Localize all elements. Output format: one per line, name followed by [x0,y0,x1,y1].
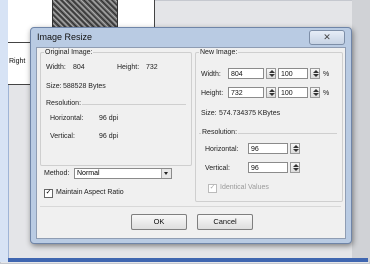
new-width-input[interactable]: 804 [228,68,264,79]
original-height-value: 732 [146,64,158,71]
ok-button[interactable]: OK [131,214,187,230]
identical-values-label: Identical Values [220,184,269,191]
width-percent-spin-arrows-icon[interactable] [310,68,320,79]
right-gray-area [352,0,370,262]
new-height-percent-input[interactable]: 100 [278,87,308,98]
background-text-right: Right [9,58,26,65]
original-size-value: 588528 Bytes [63,83,106,90]
new-horizontal-label: Horizontal: [205,146,239,153]
original-resolution-heading: Resolution: [45,100,83,107]
buttons-divider [40,206,341,207]
height-percent-sign: % [323,90,330,97]
original-vertical-label: Vertical: [50,133,75,140]
dialog-titlebar[interactable]: Image Resize ✕ [31,28,351,46]
new-width-percent-input[interactable]: 100 [278,68,308,79]
vertical-spin-arrows-icon[interactable] [290,162,300,173]
new-size-label: Size: [201,110,217,117]
close-button[interactable]: ✕ [309,30,345,45]
cancel-button[interactable]: Cancel [197,214,253,230]
maintain-aspect-label: Maintain Aspect Ratio [56,189,124,196]
maintain-aspect-checkbox[interactable]: ✓ [44,189,53,198]
original-horizontal-label: Horizontal: [50,115,84,122]
method-selected-value: Normal [77,170,100,177]
new-width-label: Width: [201,71,221,78]
original-image-heading: Original Image: [44,49,94,56]
method-select[interactable]: Normal [74,168,172,179]
original-size-label: Size: [46,83,62,90]
image-resize-dialog: Image Resize ✕ Original Image: Width: 80… [30,27,352,244]
new-horizontal-input[interactable]: 96 [248,143,288,154]
method-label: Method: [44,170,70,177]
original-horizontal-value: 96 dpi [99,115,119,122]
new-size-value: 574.734375 KBytes [219,110,281,117]
original-vertical-value: 96 dpi [99,133,119,140]
chevron-down-icon [161,169,171,178]
height-percent-spin-arrows-icon[interactable] [310,87,320,98]
height-spin-arrows-icon[interactable] [266,87,276,98]
identical-values-checkbox[interactable]: ✓ [208,184,217,193]
original-height-label: Height: [117,64,140,71]
dialog-client-area: Original Image: Width: 804 Height: 732 S… [36,47,346,239]
new-vertical-input[interactable]: 96 [248,162,288,173]
new-resolution-heading: Resolution: [201,129,239,136]
new-height-input[interactable]: 732 [228,87,264,98]
new-image-heading: New Image: [199,49,239,56]
original-width-label: Width: [46,64,66,71]
original-width-value: 804 [73,64,85,71]
bottom-blue-bar [8,258,368,262]
close-icon: ✕ [323,32,331,42]
new-vertical-label: Vertical: [205,165,230,172]
width-percent-sign: % [323,71,330,78]
horizontal-spin-arrows-icon[interactable] [290,143,300,154]
dialog-title: Image Resize [37,32,93,42]
new-height-label: Height: [201,90,224,97]
width-spin-arrows-icon[interactable] [266,68,276,79]
